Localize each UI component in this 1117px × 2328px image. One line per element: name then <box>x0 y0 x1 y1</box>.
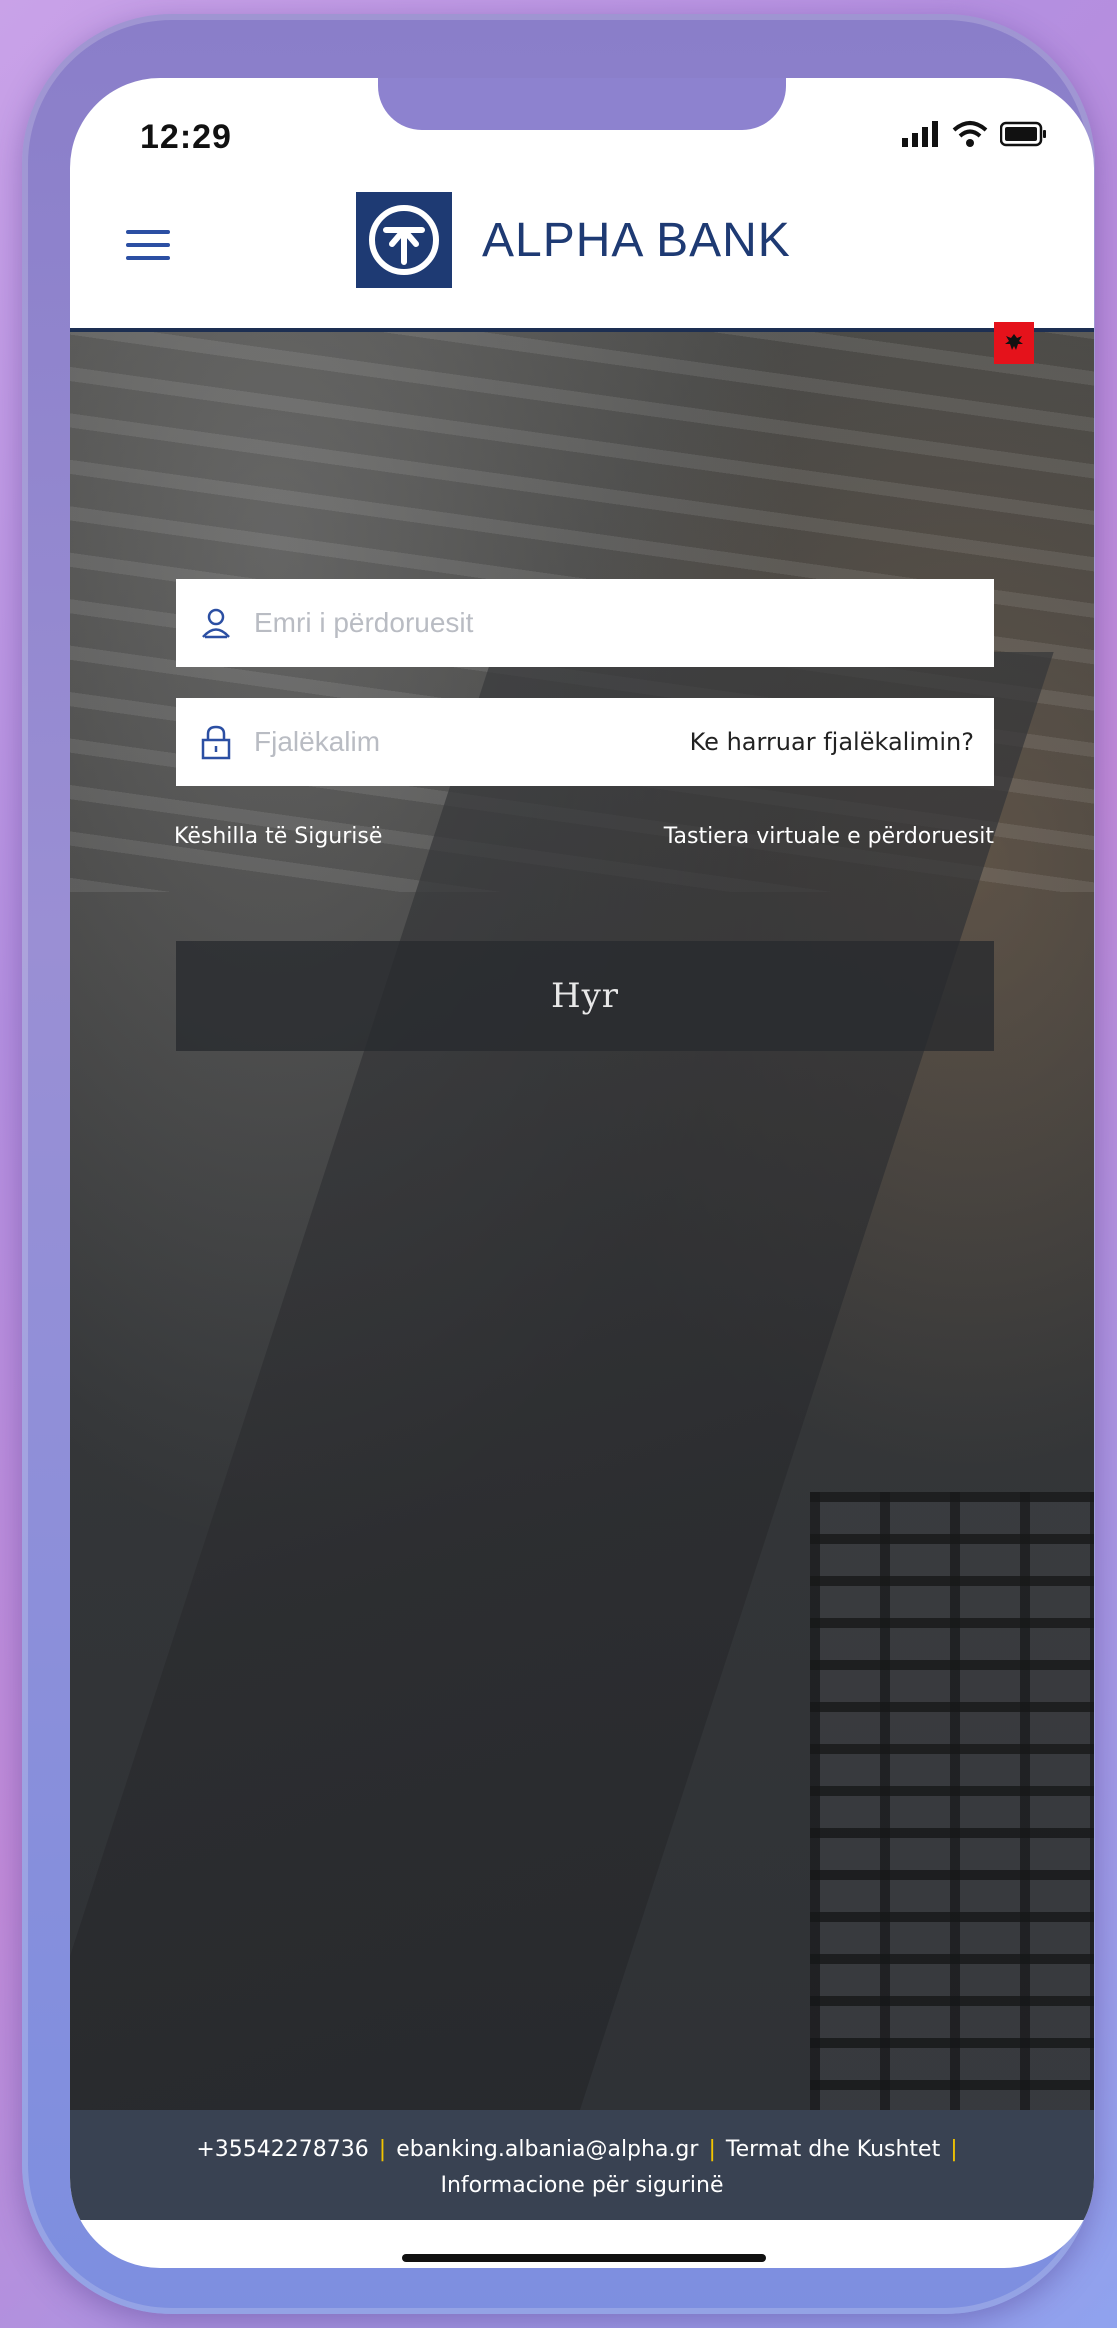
username-input[interactable] <box>252 592 974 654</box>
lock-icon <box>196 722 236 762</box>
footer-line-2: Informacione për sigurinë <box>70 2168 1094 2204</box>
user-icon <box>196 603 236 643</box>
footer-separator: | <box>708 2137 716 2162</box>
wifi-icon <box>952 121 988 147</box>
home-indicator <box>402 2254 766 2262</box>
app-screen: 12:29 ALPHA BANK Emri i përdoruesit Ke h… <box>70 78 1094 2268</box>
footer-separator: | <box>950 2137 958 2162</box>
brand-logo: ALPHA BANK <box>356 192 791 288</box>
menu-button[interactable] <box>126 230 170 266</box>
forgot-password-link[interactable]: Ke harruar fjalëkalimin? <box>690 728 974 756</box>
footer-security-info-link[interactable]: Informacione për sigurinë <box>440 2173 723 2198</box>
footer-email-link[interactable]: ebanking.albania@alpha.gr <box>396 2137 698 2162</box>
language-flag-button[interactable] <box>994 322 1034 364</box>
login-button[interactable]: Hyr <box>176 941 994 1051</box>
menu-icon-line <box>126 230 170 234</box>
menu-icon-line <box>126 243 170 247</box>
security-tips-link[interactable]: Këshilla të Sigurisë <box>174 824 382 849</box>
alpha-bank-logo-icon <box>356 192 452 288</box>
footer: +35542278736 | ebanking.albania@alpha.gr | T… <box>70 2110 1094 2220</box>
username-field[interactable] <box>176 579 994 667</box>
footer-phone-link[interactable]: +35542278736 <box>196 2137 368 2162</box>
footer-line-1: +35542278736 | ebanking.albania@alpha.gr | T… <box>70 2132 1094 2168</box>
cellular-signal-icon <box>902 121 938 147</box>
albania-eagle-icon <box>1005 334 1023 350</box>
device-notch <box>378 78 786 130</box>
password-input[interactable] <box>252 711 690 773</box>
menu-icon-line <box>126 256 170 260</box>
virtual-keyboard-link[interactable]: Tastiera virtuale e përdoruesit <box>664 824 994 849</box>
status-time: 12:29 <box>140 118 232 156</box>
brand-name: ALPHA BANK <box>482 213 791 267</box>
background-photo-keyboard <box>810 1492 1094 2110</box>
login-hero: Ke harruar fjalëkalimin? Këshilla të Sig… <box>70 332 1094 2110</box>
footer-separator: | <box>378 2137 387 2162</box>
status-icons <box>902 120 1048 148</box>
footer-terms-link[interactable]: Termat dhe Kushtet <box>726 2137 940 2162</box>
battery-icon <box>1000 121 1046 147</box>
password-field[interactable]: Ke harruar fjalëkalimin? <box>176 698 994 786</box>
